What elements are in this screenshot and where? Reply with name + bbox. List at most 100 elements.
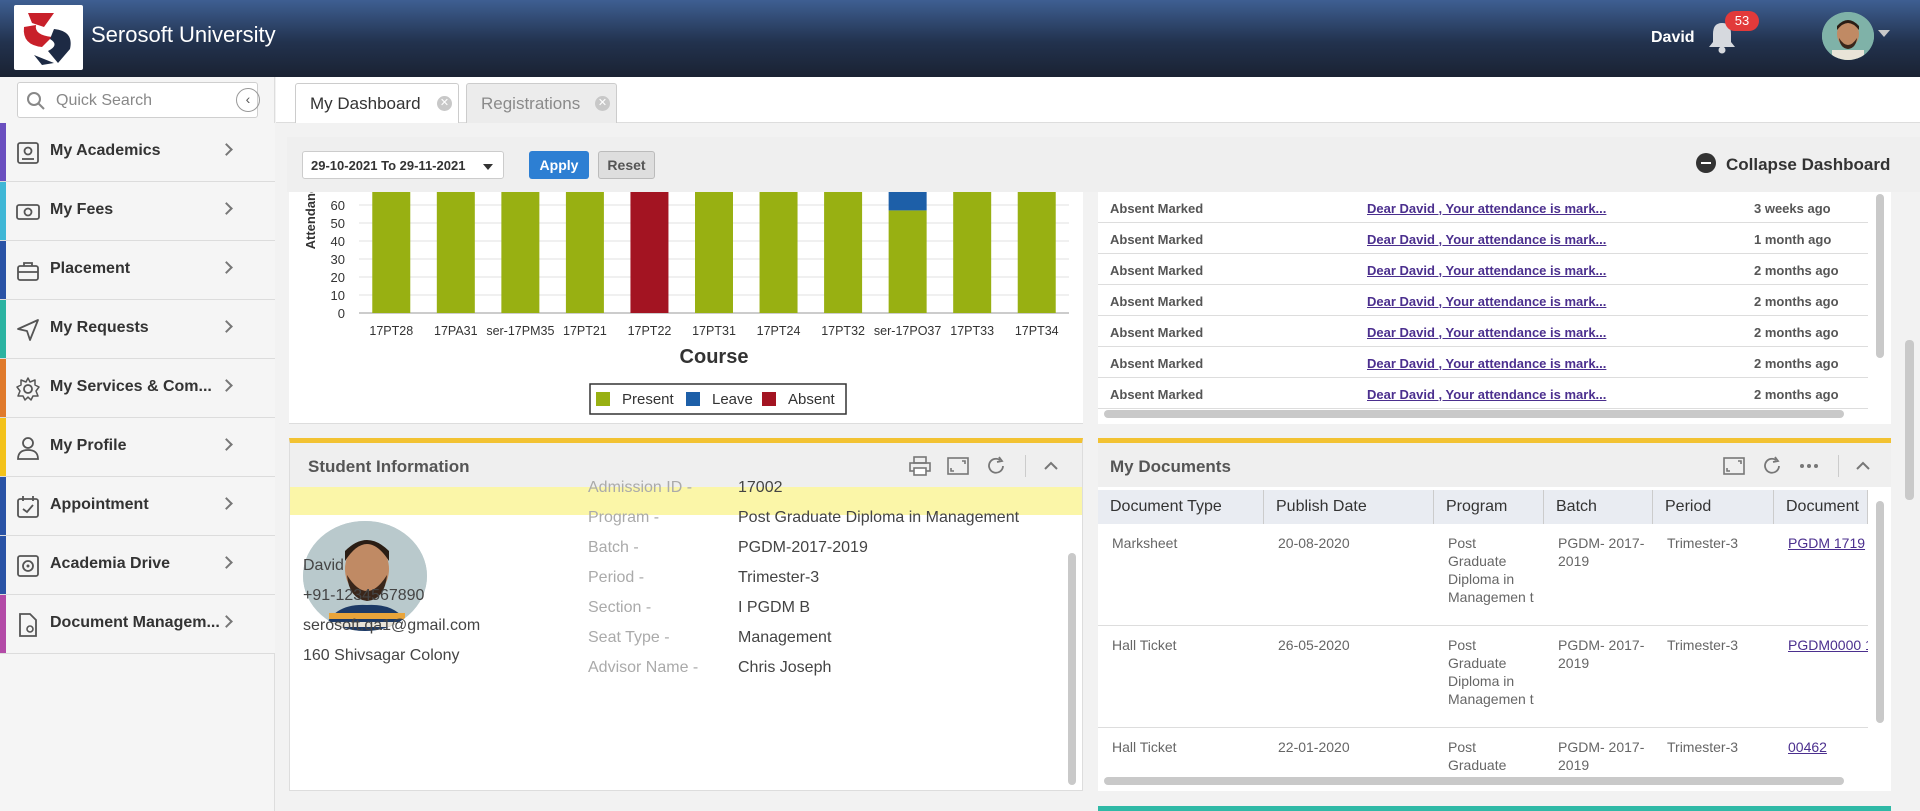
refresh-icon[interactable]: [985, 456, 1007, 476]
notification-count-badge[interactable]: 53: [1725, 11, 1759, 31]
column-header[interactable]: Publish Date: [1264, 490, 1434, 524]
user-avatar[interactable]: [1822, 12, 1874, 60]
sidebar-item-my-services[interactable]: My Services & Com...: [0, 359, 275, 418]
vertical-scrollbar[interactable]: [1068, 553, 1076, 785]
print-icon[interactable]: [909, 456, 931, 476]
field-label: Period -: [588, 569, 645, 586]
vertical-scrollbar[interactable]: [1876, 194, 1884, 358]
notification-message-link[interactable]: Dear David , Your attendance is mark...: [1367, 232, 1606, 247]
x-tick-label: 17PA31: [434, 324, 478, 338]
sidebar-item-my-requests[interactable]: My Requests: [0, 300, 275, 359]
document-link[interactable]: 00462: [1788, 738, 1868, 756]
sidebar-item-label: My Profile: [50, 437, 127, 454]
notification-time: 3 weeks ago: [1754, 201, 1831, 216]
close-icon[interactable]: ✕: [437, 96, 452, 111]
notification-message-link[interactable]: Dear David , Your attendance is mark...: [1367, 387, 1606, 402]
notification-type: Absent Marked: [1110, 263, 1204, 278]
notification-message-link[interactable]: Dear David , Your attendance is mark...: [1367, 263, 1606, 278]
university-logo[interactable]: [14, 5, 83, 70]
student-information-panel: Student Information David +91-1234567890…: [289, 438, 1083, 791]
legend-label: Leave: [712, 391, 753, 408]
sidebar-item-label: Document Managem...: [50, 614, 220, 631]
sidebar-item-label: My Requests: [50, 319, 149, 336]
section-value: I PGDM B: [738, 599, 811, 616]
expand-icon[interactable]: [1723, 456, 1745, 476]
reset-button[interactable]: Reset: [598, 151, 655, 179]
attendance-chart: 0 10 20 30 40 50 60 Attendance 17PT28 17PA31 ser-1…: [303, 192, 1069, 415]
field-label: Advisor Name -: [588, 659, 699, 676]
table-cell: Marksheet: [1112, 535, 1178, 551]
bar-present: [565, 192, 604, 313]
document-link[interactable]: PGDM 1719: [1788, 534, 1868, 552]
bar-present: [888, 210, 927, 313]
attendance-chart-panel: 0 10 20 30 40 50 60 Attendance 17PT28 17PA31 ser-1…: [289, 192, 1083, 424]
horizontal-scrollbar[interactable]: [1104, 777, 1844, 785]
column-header[interactable]: Document: [1774, 490, 1868, 524]
notification-message-link[interactable]: Dear David , Your attendance is mark...: [1367, 294, 1606, 309]
column-header[interactable]: Batch: [1544, 490, 1653, 524]
sidebar-item-accent: [0, 182, 6, 240]
seat-type-value: Management: [738, 629, 832, 646]
table-cell: 22-01-2020: [1278, 739, 1350, 755]
sidebar-item-document-management[interactable]: Document Managem...: [0, 595, 275, 654]
sidebar-item-accent: [0, 536, 6, 594]
y-tick-label: 60: [331, 198, 345, 213]
sidebar-item-my-academics[interactable]: My Academics: [0, 123, 275, 182]
table-cell: Trimester-3: [1667, 637, 1739, 653]
page-scrollbar[interactable]: [1905, 340, 1914, 500]
column-header[interactable]: Period: [1653, 490, 1774, 524]
header-user-name[interactable]: David: [1651, 29, 1695, 47]
table-cell: 26-05-2020: [1278, 637, 1350, 653]
vertical-scrollbar[interactable]: [1876, 501, 1884, 723]
bar-present: [372, 192, 411, 313]
table-row: Hall Ticket 22-01-2020 Post Graduate Diplo…: [1098, 728, 1868, 772]
column-header[interactable]: Program: [1434, 490, 1544, 524]
x-tick-label: 17PT28: [369, 324, 413, 338]
refresh-icon[interactable]: [1761, 456, 1783, 476]
sidebar-item-academia-drive[interactable]: Academia Drive: [0, 536, 275, 595]
tab-label: Registrations: [481, 94, 581, 113]
student-name: David: [303, 557, 344, 574]
dashboard-filter-bar: 29-10-2021 To 29-11-2021 Apply Reset Col…: [287, 137, 1920, 192]
expand-icon[interactable]: [947, 456, 969, 476]
sidebar-item-my-profile[interactable]: My Profile: [0, 418, 275, 477]
tab-registrations[interactable]: Registrations ✕: [466, 83, 617, 123]
more-options-icon[interactable]: [1798, 456, 1820, 476]
quick-search[interactable]: ‹: [17, 82, 260, 118]
notification-message-link[interactable]: Dear David , Your attendance is mark...: [1367, 201, 1606, 216]
sidebar-item-my-fees[interactable]: My Fees: [0, 182, 275, 241]
x-tick-label: 17PT32: [821, 324, 865, 338]
chevron-up-icon[interactable]: [1040, 456, 1062, 476]
collapse-dashboard-button[interactable]: Collapse Dashboard: [1696, 153, 1890, 175]
field-label: Program -: [588, 509, 660, 526]
x-tick-label: ser-17PM35: [486, 324, 554, 338]
search-icon: [27, 92, 45, 110]
chevron-right-icon: [220, 320, 233, 333]
chevron-up-icon[interactable]: [1852, 456, 1874, 476]
sidebar-item-appointment[interactable]: Appointment: [0, 477, 275, 536]
tab-my-dashboard[interactable]: My Dashboard ✕: [295, 83, 459, 123]
date-range-select[interactable]: 29-10-2021 To 29-11-2021: [302, 151, 504, 179]
horizontal-scrollbar[interactable]: [1104, 410, 1844, 418]
sidebar-item-label: Placement: [50, 260, 131, 277]
sidebar-item-accent: [0, 359, 6, 417]
sidebar-item-accent: [0, 477, 6, 535]
close-icon[interactable]: ✕: [595, 96, 610, 111]
sidebar-item-accent: [0, 123, 6, 181]
field-label: Section -: [588, 599, 652, 616]
notification-type: Absent Marked: [1110, 201, 1204, 216]
collapse-sidebar-icon[interactable]: ‹: [236, 88, 260, 112]
notification-time: 2 months ago: [1754, 294, 1839, 309]
table-cell: Post Graduate Diploma in Managemen t: [1448, 535, 1534, 605]
apply-button[interactable]: Apply: [529, 151, 589, 179]
column-header[interactable]: Document Type: [1098, 490, 1264, 524]
chevron-down-icon[interactable]: [1878, 30, 1890, 37]
bar-present: [824, 192, 863, 313]
table-cell: Trimester-3: [1667, 739, 1739, 755]
quick-search-input[interactable]: [56, 89, 216, 113]
sidebar-item-placement[interactable]: Placement: [0, 241, 275, 300]
bar-absent: [630, 192, 669, 313]
document-link[interactable]: PGDM0000 1: [1788, 636, 1868, 654]
notification-message-link[interactable]: Dear David , Your attendance is mark...: [1367, 325, 1606, 340]
notification-message-link[interactable]: Dear David , Your attendance is mark...: [1367, 356, 1606, 371]
